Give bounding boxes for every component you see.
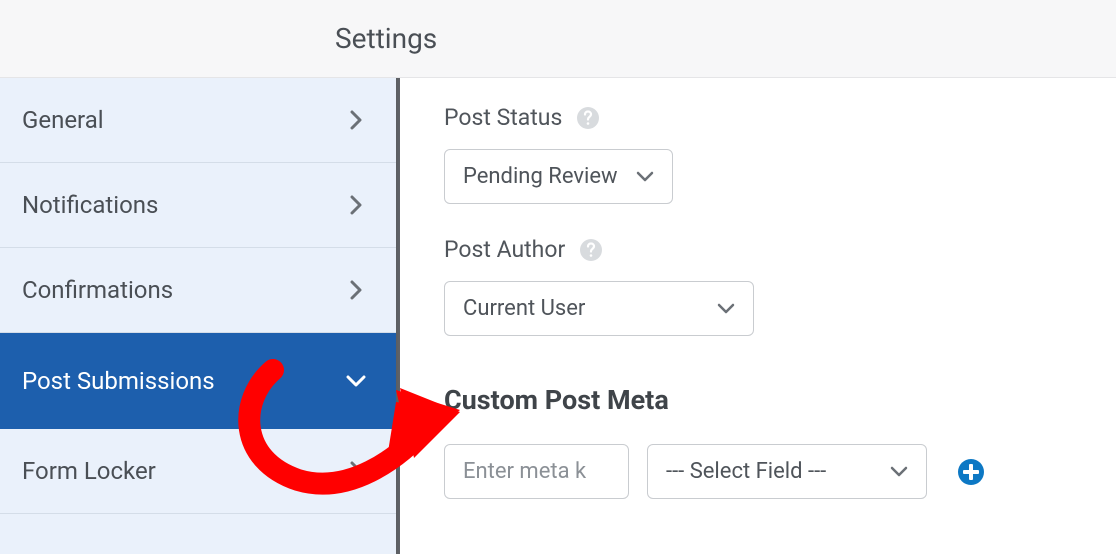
- sidebar-item-label: Confirmations: [22, 276, 173, 304]
- chevron-right-icon: [344, 108, 368, 132]
- post-status-label: Post Status: [444, 104, 562, 131]
- post-author-select[interactable]: Current User: [444, 281, 754, 336]
- sidebar-item-notifications[interactable]: Notifications: [0, 163, 396, 248]
- chevron-down-icon: [344, 369, 368, 393]
- sidebar-item-label: Form Locker: [22, 457, 156, 485]
- custom-post-meta-heading: Custom Post Meta: [444, 384, 1072, 416]
- help-icon[interactable]: [579, 238, 603, 262]
- sidebar-item-label: Notifications: [22, 191, 158, 219]
- chevron-right-icon: [344, 278, 368, 302]
- custom-meta-row: --- Select Field ---: [444, 444, 1072, 499]
- chevron-down-icon: [717, 296, 735, 321]
- add-meta-button[interactable]: [955, 456, 987, 488]
- settings-sidebar: General Notifications Confirmations Post…: [0, 78, 400, 554]
- sidebar-item-confirmations[interactable]: Confirmations: [0, 248, 396, 333]
- post-author-group: Post Author Current User: [444, 236, 1072, 336]
- content-wrap: General Notifications Confirmations Post…: [0, 78, 1116, 554]
- sidebar-item-post-submissions[interactable]: Post Submissions: [0, 333, 396, 429]
- meta-key-input[interactable]: [444, 444, 629, 499]
- page-title: Settings: [335, 22, 437, 55]
- post-status-select[interactable]: Pending Review: [444, 149, 673, 204]
- sidebar-item-general[interactable]: General: [0, 78, 396, 163]
- post-author-value: Current User: [463, 296, 585, 321]
- chevron-down-icon: [890, 459, 908, 484]
- sidebar-item-label: Post Submissions: [22, 367, 215, 395]
- post-author-label: Post Author: [444, 236, 565, 263]
- chevron-right-icon: [344, 459, 368, 483]
- sidebar-item-form-locker[interactable]: Form Locker: [0, 429, 396, 514]
- main-panel: Post Status Pending Review Post Author: [400, 78, 1116, 554]
- post-status-group: Post Status Pending Review: [444, 104, 1072, 204]
- header-bar: Settings: [0, 0, 1116, 78]
- chevron-down-icon: [636, 164, 654, 189]
- chevron-right-icon: [344, 193, 368, 217]
- post-status-value: Pending Review: [463, 164, 618, 189]
- help-icon[interactable]: [576, 106, 600, 130]
- meta-field-select[interactable]: --- Select Field ---: [647, 444, 927, 499]
- sidebar-item-label: General: [22, 106, 104, 134]
- meta-field-select-value: --- Select Field ---: [666, 459, 826, 484]
